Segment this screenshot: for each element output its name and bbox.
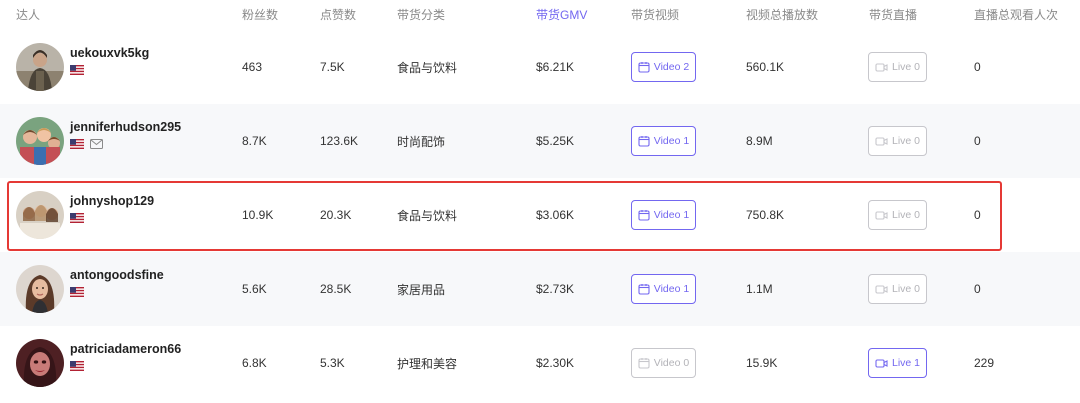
video-camera-icon [875,284,888,295]
views-cell: 8.9M [746,134,773,148]
video-button-label: Video 0 [653,357,690,369]
live-button[interactable]: Live 0 [868,200,927,230]
live-viewers-cell: 229 [974,356,995,370]
avatar[interactable] [16,339,64,387]
live-button-label: Live 1 [891,357,921,369]
views-cell: 15.9K [746,356,778,370]
username[interactable]: johnyshop129 [70,194,154,208]
username[interactable]: patriciadameron66 [70,342,181,356]
video-button[interactable]: Video 1 [631,126,696,156]
video-camera-icon [875,210,888,221]
video-button[interactable]: Video 1 [631,274,696,304]
video-button[interactable]: Video 2 [631,52,696,82]
live-button-label: Live 0 [891,209,921,221]
views-cell: 750.8K [746,208,785,222]
live-button-label: Live 0 [891,61,921,73]
category-cell: 家居用品 [397,282,446,297]
followers-cell: 8.7K [242,134,267,148]
likes-cell: 5.3K [320,356,345,370]
gmv-cell: $2.30K [536,356,575,370]
video-button-label: Video 2 [653,61,690,73]
live-button[interactable]: Live 1 [868,348,927,378]
table-row[interactable]: patriciadameron66 6.8K 5.3K 护理和美容 $2.30K Vide… [0,326,1080,400]
likes-cell: 7.5K [320,60,345,74]
calendar-icon [638,209,650,221]
avatar[interactable] [16,117,64,165]
followers-cell: 5.6K [242,282,267,296]
username[interactable]: antongoodsfine [70,268,164,282]
column-header-live-viewers[interactable]: 直播总观看人次 [974,6,1058,23]
video-button[interactable]: Video 1 [631,200,696,230]
followers-cell: 10.9K [242,208,274,222]
live-button[interactable]: Live 0 [868,274,927,304]
meta-icons [70,287,84,297]
gmv-cell: $2.73K [536,282,575,296]
views-cell: 1.1M [746,282,773,296]
calendar-icon [638,283,650,295]
video-camera-icon [875,62,888,73]
column-header-live[interactable]: 带货直播 [869,6,917,23]
us-flag-icon [70,139,84,149]
live-viewers-cell: 0 [974,282,981,296]
live-button-label: Live 0 [891,135,921,147]
table-header: 达人 粉丝数 点赞数 带货分类 带货GMV 带货视频 视频总播放数 带货直播 直… [0,0,1080,29]
live-button[interactable]: Live 0 [868,126,927,156]
calendar-icon [638,135,650,147]
username[interactable]: uekouxvk5kg [70,46,149,60]
us-flag-icon [70,287,84,297]
meta-icons [70,361,84,371]
category-cell: 食品与饮料 [397,60,458,75]
likes-cell: 20.3K [320,208,352,222]
column-header-likes[interactable]: 点赞数 [320,6,356,23]
gmv-cell: $5.25K [536,134,575,148]
likes-cell: 28.5K [320,282,352,296]
likes-cell: 123.6K [320,134,359,148]
gmv-cell: $3.06K [536,208,575,222]
column-header-followers[interactable]: 粉丝数 [242,6,278,23]
us-flag-icon [70,361,84,371]
meta-icons [70,139,103,149]
username[interactable]: jenniferhudson295 [70,120,181,134]
avatar[interactable] [16,43,64,91]
calendar-icon [638,61,650,73]
followers-cell: 463 [242,60,263,74]
video-button-label: Video 1 [653,135,690,147]
live-button[interactable]: Live 0 [868,52,927,82]
column-header-influencer[interactable]: 达人 [16,6,40,23]
table-row[interactable]: antongoodsfine 5.6K 28.5K 家居用品 $2.73K Video 1… [0,252,1080,326]
live-viewers-cell: 0 [974,134,981,148]
column-header-category: 带货分类 [397,8,446,22]
views-cell: 560.1K [746,60,785,74]
us-flag-icon [70,213,84,223]
live-viewers-cell: 0 [974,208,981,222]
video-camera-icon [875,358,888,369]
video-button[interactable]: Video 0 [631,348,696,378]
meta-icons [70,65,84,75]
live-button-label: Live 0 [891,283,921,295]
category-cell: 护理和美容 [397,356,458,371]
video-camera-icon [875,136,888,147]
column-header-views[interactable]: 视频总播放数 [746,6,818,23]
table-row[interactable]: johnyshop129 10.9K 20.3K 食品与饮料 $3.06K Video 1… [0,178,1080,252]
video-button-label: Video 1 [653,283,690,295]
gmv-cell: $6.21K [536,60,575,74]
calendar-icon [638,357,650,369]
us-flag-icon [70,65,84,75]
table-row[interactable]: uekouxvk5kg 463 7.5K 食品与饮料 $6.21K Video 2 560.… [0,30,1080,104]
video-button-label: Video 1 [653,209,690,221]
column-header-videos[interactable]: 带货视频 [631,6,679,23]
column-header-gmv[interactable]: 带货GMV [536,6,587,23]
avatar[interactable] [16,191,64,239]
category-cell: 食品与饮料 [397,208,458,223]
category-cell: 时尚配饰 [397,134,446,149]
avatar[interactable] [16,265,64,313]
table-row[interactable]: jenniferhudson295 8.7K 123.6K 时尚配饰 $5.25K Vid… [0,104,1080,178]
followers-cell: 6.8K [242,356,267,370]
meta-icons [70,213,84,223]
mail-icon[interactable] [90,139,103,149]
live-viewers-cell: 0 [974,60,981,74]
